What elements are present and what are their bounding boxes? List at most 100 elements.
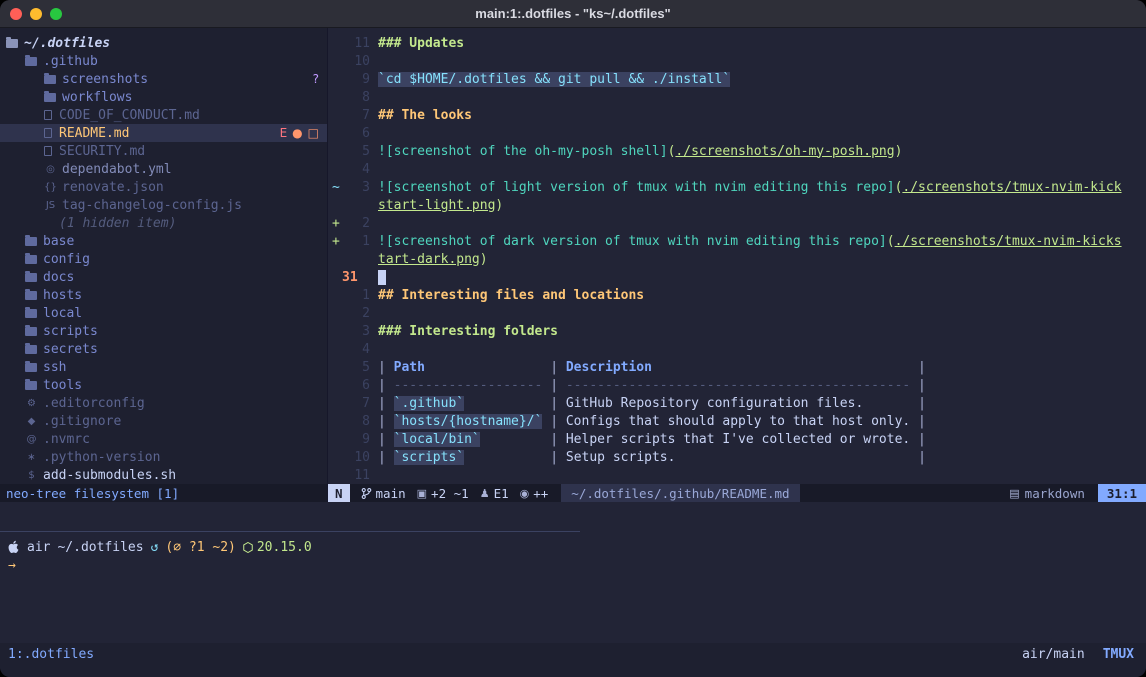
tree-item-nvmrc[interactable]: @.nvmrc [0,430,327,448]
gutter-sign [328,198,342,213]
tree-item-scripts[interactable]: scripts [0,322,327,340]
tree-item-screenshots[interactable]: screenshots? [0,70,327,88]
text-segment: `scripts` [394,450,464,465]
prompt-arrow[interactable]: → [8,556,16,574]
text-segment: Setup scripts. [566,450,910,465]
gutter-sign: ~ [328,180,342,195]
tmux-badge: TMUX [1103,647,1134,662]
text-segment: | [542,432,565,447]
gutter-sign [328,432,342,447]
text-segment: ![screenshot of light version of tmux wi… [378,180,895,195]
text-segment: | [378,432,394,447]
tree-item-github[interactable]: .github [0,52,327,70]
editor-line[interactable]: 8| `hosts/{hostname}/` | Configs that sh… [328,412,1146,430]
tree-item-config[interactable]: config [0,250,327,268]
editor-line[interactable]: 7| `.github` | GitHub Repository configu… [328,394,1146,412]
tmux-pane-border[interactable] [0,531,580,532]
minimize-button[interactable] [30,8,42,20]
editor-line[interactable]: 9| `local/bin` | Helper scripts that I'v… [328,430,1146,448]
editor-line[interactable]: 8 [328,88,1146,106]
prompt-host: air [27,540,50,555]
tree-item-secrets[interactable]: secrets [0,340,327,358]
editor-line[interactable]: 11### Updates [328,34,1146,52]
tree-item-editorconfig[interactable]: ⚙.editorconfig [0,394,327,412]
folder-icon [25,291,37,300]
line-number: 1 [342,234,370,249]
tree-item-label: add-submodules.sh [43,468,176,483]
text-segment: | [378,360,394,375]
editor-panel: 11### Updates 10 9`cd $HOME/.dotfiles &&… [328,28,1146,502]
tree-item-base[interactable]: base [0,232,327,250]
tmux-window-item[interactable]: 1:.dotfiles [8,647,94,662]
text-segment: ./screenshots/tmux-nvim-kicks [895,234,1122,249]
shell-pane[interactable]: air ~/.dotfiles ↺ (⌀ ?1 ~2) 20.15.0 → [0,502,1146,643]
editor-line[interactable]: 6| ------------------- | ---------------… [328,376,1146,394]
line-text: tart-dark.png) [370,252,488,267]
text-segment: `cd $HOME/.dotfiles && git pull && ./ins… [378,72,730,87]
text-segment: ./screenshots/tmux-nvim-kick [902,180,1121,195]
neo-tree-statusline: neo-tree filesystem [1] [0,484,327,502]
editor-line[interactable]: ~3 ![screenshot of light version of tmux … [328,178,1146,196]
close-button[interactable] [10,8,22,20]
tree-item-readme-md[interactable]: README.mdE●□ [0,124,327,142]
editor-line[interactable]: 7## The looks [328,106,1146,124]
filetype-label: markdown [1025,486,1085,501]
editor-line[interactable]: 4 [328,340,1146,358]
diagnostics-count: E1 [494,486,509,501]
tree-item-renovate-json[interactable]: {}renovate.json [0,178,327,196]
editor-line[interactable]: 9`cd $HOME/.dotfiles && git pull && ./in… [328,70,1146,88]
tree-item-code-of-conduct-md[interactable]: CODE_OF_CONDUCT.md [0,106,327,124]
line-text: ### Updates [370,36,464,51]
tree-item-workflows[interactable]: workflows [0,88,327,106]
editor-line[interactable]: 10| `scripts` | Setup scripts. | [328,448,1146,466]
zoom-button[interactable] [50,8,62,20]
text-segment: | [378,396,394,411]
tree-item-docs[interactable]: docs [0,268,327,286]
editor-buffer[interactable]: 11### Updates 10 9`cd $HOME/.dotfiles &&… [328,28,1146,484]
text-segment: `local/bin` [394,432,480,447]
folder-icon [25,237,37,246]
gutter-sign [328,306,342,321]
text-segment [425,360,542,375]
tree-item-hosts[interactable]: hosts [0,286,327,304]
folder-icon [25,345,37,354]
editor-line[interactable]: 6 [328,124,1146,142]
editor-line[interactable]: 5![screenshot of the oh-my-posh shell](.… [328,142,1146,160]
tree-item-tools[interactable]: tools [0,376,327,394]
editor-line[interactable]: +1![screenshot of dark version of tmux w… [328,232,1146,250]
editor-line[interactable]: 1## Interesting files and locations [328,286,1146,304]
branch-icon [361,487,372,500]
editor-line[interactable]: +2 [328,214,1146,232]
filetype-indicator: ▤ markdown [1009,486,1085,501]
text-segment: Description [566,360,652,375]
editor-line[interactable]: 10 [328,52,1146,70]
editor-line[interactable]: 11 [328,466,1146,484]
line-text: ![screenshot of the oh-my-posh shell](./… [370,144,902,159]
untracked-badge: ? [313,72,319,86]
tree-item-tag-changelog-config-js[interactable]: JStag-changelog-config.js [0,196,327,214]
gutter-sign [328,108,342,123]
tree-item-label: base [43,234,74,249]
editor-line[interactable]: tart-dark.png) [328,250,1146,268]
node-icon [243,542,253,553]
editor-line[interactable]: 3### Interesting folders [328,322,1146,340]
tree-item-local[interactable]: local [0,304,327,322]
tree-item-ssh[interactable]: ssh [0,358,327,376]
editor-line[interactable]: 4 [328,160,1146,178]
refresh-icon: ↺ [151,540,159,555]
editor-line[interactable]: 5| Path | Description | [328,358,1146,376]
tree-item-dependabot-yml[interactable]: ◎dependabot.yml [0,160,327,178]
line-number: 3 [342,180,370,195]
tree-item-python-version[interactable]: ∗.python-version [0,448,327,466]
gutter-sign [328,72,342,87]
editor-line[interactable]: 31 [328,268,1146,286]
tree-item-security-md[interactable]: SECURITY.md [0,142,327,160]
editor-line[interactable]: 2 [328,304,1146,322]
tree-item-add-submodules-sh[interactable]: $add-submodules.sh [0,466,327,484]
tree-item-dotfiles[interactable]: ~/.dotfiles [0,34,327,52]
tree-item-gitignore[interactable]: ◆.gitignore [0,412,327,430]
editor-line[interactable]: start-light.png) [328,196,1146,214]
text-segment: | [910,378,926,393]
tree-item-1-hidden-item[interactable]: (1 hidden item) [0,214,327,232]
git-status-badges: E●□ [280,126,327,140]
